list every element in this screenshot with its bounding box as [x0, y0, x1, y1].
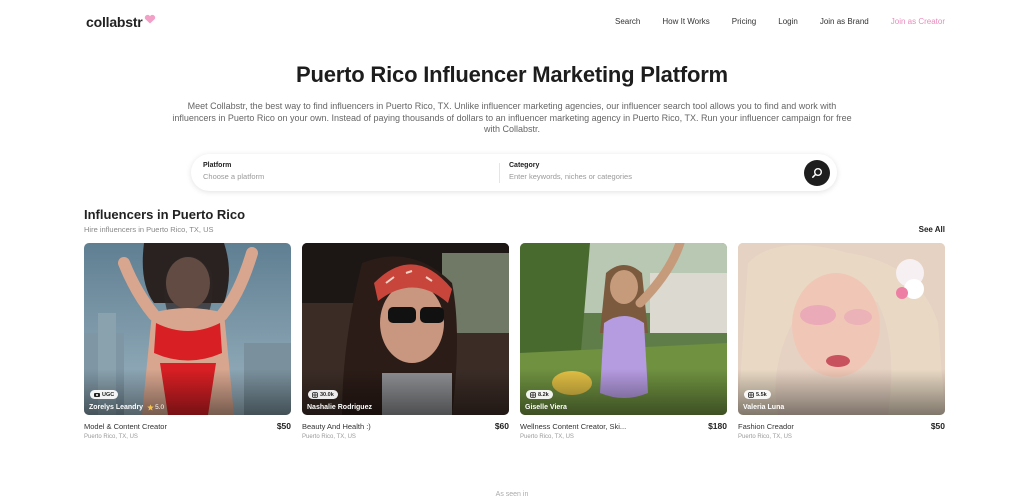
nav-pricing-link[interactable]: Pricing — [732, 17, 756, 26]
card-info-row: Fashion Creador $50 — [738, 421, 945, 431]
platform-badge: UGC — [90, 390, 119, 399]
influencer-card[interactable]: 30.0k Nashalie Rodriguez Beauty And Heal… — [302, 243, 509, 440]
top-nav: collabstr Search How It Works Pricing Lo… — [0, 0, 1024, 44]
rating: 5.0 — [147, 404, 164, 411]
page-title: Puerto Rico Influencer Marketing Platfor… — [296, 62, 728, 87]
as-seen-in-label: As seen in — [495, 491, 529, 498]
influencer-price: $50 — [930, 421, 945, 431]
influencer-name-row: Giselle Viera — [525, 404, 567, 411]
category-label: Category — [509, 162, 540, 169]
influencer-card[interactable]: UGC Zorelys Leandry 5.0 Model & Content … — [84, 243, 291, 440]
influencer-price: $180 — [708, 421, 727, 431]
influencer-photo[interactable]: 30.0k Nashalie Rodriguez — [302, 243, 509, 415]
influencer-category: Wellness Content Creator, Ski... — [520, 422, 627, 431]
platform-badge: 8.2k — [526, 390, 553, 399]
influencer-name-row: Zorelys Leandry 5.0 — [89, 404, 164, 411]
nav-links: Search How It Works Pricing Login Join a… — [593, 17, 945, 26]
nav-join-brand-link[interactable]: Join as Brand — [820, 17, 869, 26]
influencer-category: Beauty And Health :) — [302, 422, 371, 431]
hero-description: Meet Collabstr, the best way to find inf… — [172, 101, 852, 134]
platform-input[interactable]: Choose a platform — [203, 172, 264, 181]
card-info-row: Model & Content Creator $50 — [84, 421, 291, 431]
search-bar: Platform Choose a platform Category Ente… — [191, 154, 837, 191]
search-button[interactable] — [804, 160, 830, 186]
influencer-location: Puerto Rico, TX, US — [84, 434, 138, 440]
influencer-name: Nashalie Rodriguez — [307, 404, 372, 411]
instagram-icon — [748, 391, 754, 398]
badge-text: 5.5k — [756, 391, 767, 398]
badge-text: 30.0k — [320, 391, 334, 398]
heart-icon — [144, 14, 155, 24]
instagram-icon — [530, 391, 536, 398]
rating-value: 5.0 — [155, 404, 165, 411]
influencer-location: Puerto Rico, TX, US — [302, 434, 356, 440]
logo-text: collabstr — [86, 14, 143, 30]
search-icon — [812, 168, 822, 178]
influencer-photo[interactable]: 8.2k Giselle Viera — [520, 243, 727, 415]
category-input[interactable]: Enter keywords, niches or categories — [509, 172, 632, 181]
influencer-name: Valeria Luna — [743, 404, 785, 411]
badge-text: 8.2k — [538, 391, 549, 398]
card-info-row: Wellness Content Creator, Ski... $180 — [520, 421, 727, 431]
badge-text: UGC — [102, 391, 115, 398]
influencer-price: $60 — [494, 421, 509, 431]
section-title: Influencers in Puerto Rico — [84, 207, 246, 222]
influencer-category: Fashion Creador — [738, 422, 794, 431]
influencer-location: Puerto Rico, TX, US — [520, 434, 574, 440]
logo[interactable]: collabstr — [86, 14, 156, 30]
category-field[interactable]: Category Enter keywords, niches or categ… — [509, 162, 632, 181]
platform-label: Platform — [203, 162, 232, 169]
card-info-row: Beauty And Health :) $60 — [302, 421, 509, 431]
influencer-name: Zorelys Leandry — [89, 404, 144, 411]
nav-join-creator-link[interactable]: Join as Creator — [891, 17, 945, 26]
influencer-cards: UGC Zorelys Leandry 5.0 Model & Content … — [84, 243, 945, 440]
influencer-category: Model & Content Creator — [84, 422, 167, 431]
nav-login-link[interactable]: Login — [778, 17, 798, 26]
platform-badge: 5.5k — [744, 390, 771, 399]
nav-how-it-works-link[interactable]: How It Works — [662, 17, 709, 26]
influencer-name: Giselle Viera — [525, 404, 567, 411]
platform-badge: 30.0k — [308, 390, 338, 399]
camera-icon — [94, 393, 100, 397]
nav-search-link[interactable]: Search — [615, 17, 640, 26]
platform-field[interactable]: Platform Choose a platform — [203, 162, 264, 181]
influencer-name-row: Valeria Luna — [743, 404, 784, 411]
influencer-card[interactable]: 5.5k Valeria Luna Fashion Creador $50 Pu… — [738, 243, 945, 440]
section-subtitle: Hire influencers in Puerto Rico, TX, US — [84, 225, 214, 234]
influencer-price: $50 — [276, 421, 291, 431]
influencer-location: Puerto Rico, TX, US — [738, 434, 792, 440]
search-divider — [499, 163, 500, 183]
instagram-icon — [312, 391, 318, 398]
influencer-photo[interactable]: UGC Zorelys Leandry 5.0 — [84, 243, 291, 415]
see-all-link[interactable]: See All — [919, 225, 945, 234]
influencer-photo[interactable]: 5.5k Valeria Luna — [738, 243, 945, 415]
star-icon — [147, 404, 154, 411]
influencer-name-row: Nashalie Rodriguez — [307, 404, 372, 411]
influencer-card[interactable]: 8.2k Giselle Viera Wellness Content Crea… — [520, 243, 727, 440]
